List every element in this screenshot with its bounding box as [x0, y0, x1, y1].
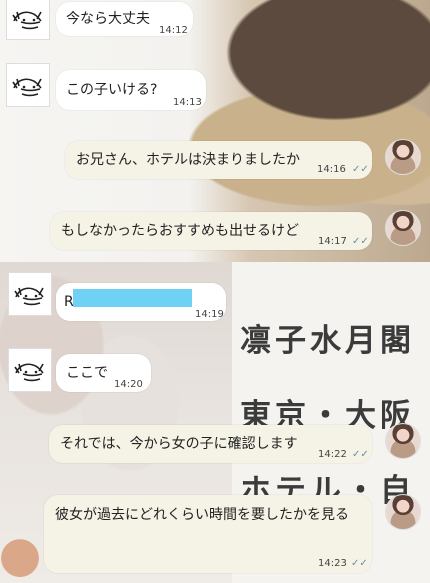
chat-bubble[interactable]: 彼女が過去にどれくらい時間を要したかを見る 14:23 ✓✓	[44, 495, 372, 573]
double-check-icon: ✓✓	[352, 449, 369, 460]
message-text: それでは、今から女の子に確認します	[60, 436, 298, 452]
sender-avatar[interactable]	[6, 0, 50, 40]
chat-bubble[interactable]: それでは、今から女の子に確認します 14:22 ✓✓	[49, 425, 372, 463]
chat-bubble[interactable]: この子いける? 14:13	[56, 70, 206, 110]
receiver-avatar[interactable]	[385, 423, 421, 459]
sender-avatar[interactable]	[8, 348, 52, 392]
poster-line-1: 凛子水月閣	[240, 323, 415, 359]
message-text: ここで	[66, 365, 108, 381]
bear-sticker-icon	[0, 536, 40, 582]
chat-bubble[interactable]: お兄さん、ホテルは決まりましたか 14:16 ✓✓	[65, 141, 372, 179]
chat-bubble[interactable]: R 14:19	[56, 283, 226, 321]
profile-photo-icon	[386, 211, 420, 245]
message-time: 14:16	[317, 164, 346, 175]
message-text: もしなかったらおすすめも出せるけど	[61, 223, 299, 239]
sender-avatar[interactable]	[8, 272, 52, 316]
message-time: 14:20	[114, 379, 143, 390]
redaction-bar	[73, 289, 192, 307]
chat-bubble[interactable]: 今なら大丈夫 14:12	[56, 2, 193, 36]
profile-photo-icon	[386, 424, 420, 458]
profile-photo-icon	[386, 495, 420, 529]
message-text: お兄さん、ホテルは決まりましたか	[76, 152, 300, 168]
message-time: 14:23	[318, 558, 347, 569]
chat-bubble[interactable]: もしなかったらおすすめも出せるけど 14:17 ✓✓	[50, 212, 372, 250]
receiver-avatar[interactable]	[385, 210, 421, 246]
message-text: この子いける?	[66, 82, 158, 98]
double-check-icon: ✓✓	[351, 558, 368, 569]
receiver-avatar[interactable]	[385, 494, 421, 530]
message-time: 14:22	[318, 449, 347, 460]
message-time: 14:19	[195, 309, 224, 320]
chat-bubble[interactable]: ここで 14:20	[56, 354, 151, 392]
message-time: 14:13	[173, 97, 202, 108]
receiver-avatar[interactable]	[385, 139, 421, 175]
cat-sketch-icon	[7, 64, 49, 106]
message-time: 14:17	[318, 236, 347, 247]
double-check-icon: ✓✓	[352, 236, 369, 247]
message-text: 彼女が過去にどれくらい時間を要したかを見る	[55, 507, 349, 523]
sender-avatar[interactable]	[6, 63, 50, 107]
message-time: 14:12	[159, 25, 188, 36]
profile-photo-icon	[386, 140, 420, 174]
message-text: 今なら大丈夫	[66, 11, 150, 27]
cat-sketch-icon	[7, 0, 49, 39]
double-check-icon: ✓✓	[352, 164, 369, 175]
cat-sketch-icon	[9, 349, 51, 391]
cat-sketch-icon	[9, 273, 51, 315]
